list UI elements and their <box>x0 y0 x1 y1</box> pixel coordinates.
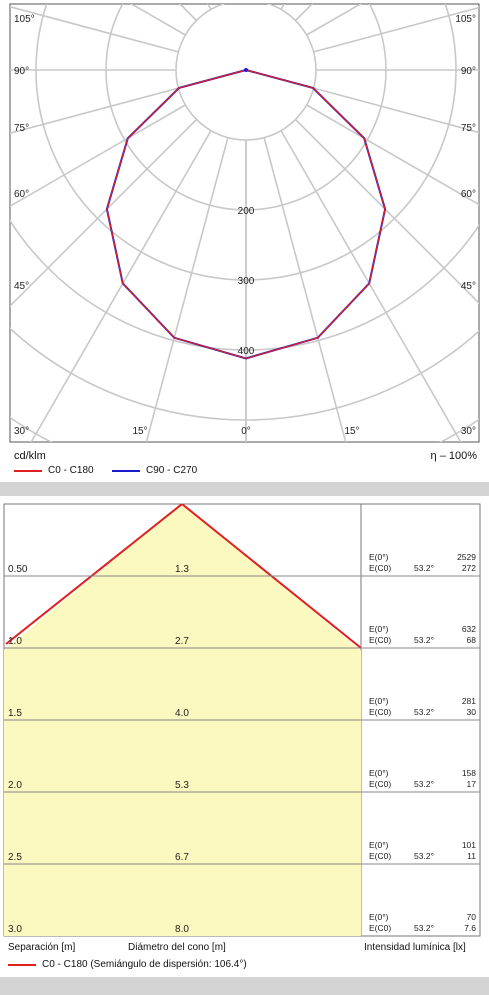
legend-label-c90: C90 - C270 <box>146 465 198 476</box>
angle-label-bottom: 0° <box>241 426 251 437</box>
radial-label: 400 <box>238 346 255 357</box>
row-diameter: 1.3 <box>175 564 189 575</box>
efficiency-label: η – 100% <box>430 450 477 462</box>
legend-label-c0: C0 - C180 <box>48 465 94 476</box>
row-e0-value: 70 <box>467 912 477 922</box>
row-angle: 53.2° <box>414 851 434 861</box>
row-angle: 53.2° <box>414 707 434 717</box>
grid-spoke <box>264 0 479 2</box>
row-diameter: 4.0 <box>175 708 189 719</box>
polar-legend: C0 - C180 C90 - C270 <box>14 464 314 478</box>
cone-legend-label: C0 - C180 (Semiángulo de dispersión: 106… <box>42 959 247 970</box>
row-ec0-label: E(C0) <box>369 851 391 861</box>
row-separation: 2.0 <box>8 780 22 791</box>
angle-label-left: 75° <box>14 123 29 134</box>
angle-label-left: 60° <box>14 189 29 200</box>
row-diameter: 8.0 <box>175 924 189 935</box>
row-separation: 1.5 <box>8 708 22 719</box>
angle-label-right: 30° <box>461 426 476 437</box>
row-e0-label: E(0°) <box>369 768 389 778</box>
row-angle: 53.2° <box>414 779 434 789</box>
row-e0-label: E(0°) <box>369 552 389 562</box>
row-ec0-value: 68 <box>467 635 477 645</box>
curve-origin-dot <box>244 68 248 72</box>
row-e0-label: E(0°) <box>369 912 389 922</box>
unit-label: cd/klm <box>14 450 46 462</box>
row-e0-label: E(0°) <box>369 624 389 634</box>
angle-label-right: 90° <box>461 66 476 77</box>
angle-label-right: 75° <box>461 123 476 134</box>
cone-legend: C0 - C180 (Semiángulo de dispersión: 106… <box>8 958 408 972</box>
row-ec0-label: E(C0) <box>369 779 391 789</box>
legend-swatch-c90 <box>112 470 140 472</box>
section-divider <box>0 482 489 496</box>
row-angle: 53.2° <box>414 635 434 645</box>
row-e0-value: 158 <box>462 768 476 778</box>
bottom-divider <box>0 977 489 995</box>
col-intensity-label: Intensidad lumínica [lx] <box>364 942 466 953</box>
grid-spoke <box>13 0 228 2</box>
row-ec0-value: 7.6 <box>464 923 476 933</box>
angle-label-right: 60° <box>461 189 476 200</box>
row-diameter: 6.7 <box>175 852 189 863</box>
row-separation: 0.50 <box>8 564 28 575</box>
row-e0-value: 2529 <box>457 552 476 562</box>
angle-label-left: 30° <box>14 426 29 437</box>
row-diameter: 2.7 <box>175 636 189 647</box>
row-ec0-label: E(C0) <box>369 635 391 645</box>
row-separation: 1.0 <box>8 636 22 647</box>
row-separation: 2.5 <box>8 852 22 863</box>
row-e0-value: 281 <box>462 696 476 706</box>
col-diameter-label: Diámetro del cono [m] <box>128 942 226 953</box>
row-e0-value: 632 <box>462 624 476 634</box>
row-ec0-value: 17 <box>467 779 477 789</box>
angle-label-bottom: 15° <box>132 426 147 437</box>
radial-label: 300 <box>238 276 255 287</box>
angle-label-left: 45° <box>14 281 29 292</box>
row-ec0-label: E(C0) <box>369 563 391 573</box>
row-diameter: 5.3 <box>175 780 189 791</box>
legend-swatch-c0 <box>14 470 42 472</box>
row-ec0-label: E(C0) <box>369 923 391 933</box>
cone-diagram: 0.50 1.3 E(0°) 2529 E(C0) 53.2° 272 1.0 2.7 E(0°)… <box>3 503 481 937</box>
row-angle: 53.2° <box>414 563 434 573</box>
angle-label-right: 105° <box>455 14 476 25</box>
angle-label-left: 90° <box>14 66 29 77</box>
angle-label-right: 45° <box>461 281 476 292</box>
row-ec0-value: 272 <box>462 563 476 573</box>
radial-label: 200 <box>238 206 255 217</box>
row-ec0-label: E(C0) <box>369 707 391 717</box>
row-e0-value: 101 <box>462 840 476 850</box>
col-separation-label: Separación [m] <box>8 942 76 953</box>
row-e0-label: E(0°) <box>369 840 389 850</box>
row-ec0-value: 30 <box>467 707 477 717</box>
row-separation: 3.0 <box>8 924 22 935</box>
polar-diagram: 200 300 400 105° 90° 75° 60° 45° 30° 105° 90° 75° 60… <box>9 0 480 443</box>
angle-label-bottom: 15° <box>344 426 359 437</box>
angle-label-left: 105° <box>14 14 35 25</box>
row-angle: 53.2° <box>414 923 434 933</box>
row-e0-label: E(0°) <box>369 696 389 706</box>
cone-legend-swatch <box>8 964 36 966</box>
row-ec0-value: 11 <box>467 851 476 861</box>
